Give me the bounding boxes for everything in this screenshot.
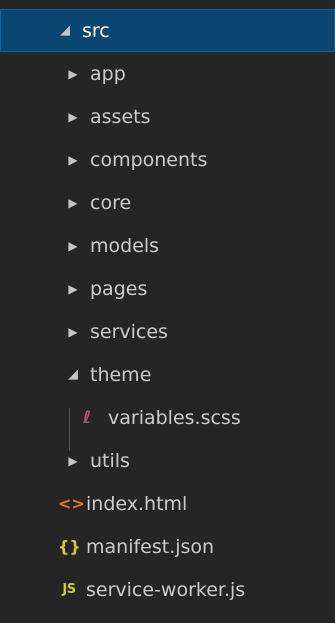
tree-item-label: manifest.json: [86, 535, 215, 558]
json-file-icon: {}: [58, 537, 81, 556]
html-file-icon: <>: [58, 494, 85, 513]
tree-folder-theme[interactable]: ◢ theme: [0, 353, 335, 396]
tree-folder-services[interactable]: ▶ services: [0, 310, 335, 353]
tree-folder-utils[interactable]: ▶ utils: [0, 439, 335, 482]
chevron-right-icon[interactable]: ▶: [66, 282, 80, 296]
tree-item-label: services: [90, 320, 168, 343]
tree-item-label: index.html: [86, 492, 188, 515]
chevron-right-icon[interactable]: ▶: [66, 153, 80, 167]
js-file-icon: JS: [62, 582, 76, 597]
tree-folder-core[interactable]: ▶ core: [0, 181, 335, 224]
tree-item-label: core: [90, 191, 132, 214]
tree-file-variables-scss[interactable]: ℓ variables.scss: [0, 396, 335, 439]
tree-item-label: theme: [90, 363, 152, 386]
tree-folder-models[interactable]: ▶ models: [0, 224, 335, 267]
tree-item-label: src: [82, 19, 110, 42]
tree-item-label: app: [90, 62, 126, 85]
tree-item-label: variables.scss: [108, 406, 241, 429]
sass-file-icon: ℓ: [82, 407, 92, 428]
chevron-right-icon[interactable]: ▶: [66, 110, 80, 124]
chevron-right-icon[interactable]: ▶: [66, 325, 80, 339]
tree-item-label: assets: [90, 105, 151, 128]
tree-item-label: pages: [90, 277, 148, 300]
chevron-right-icon[interactable]: ▶: [66, 67, 80, 81]
tree-folder-assets[interactable]: ▶ assets: [0, 95, 335, 138]
tree-file-manifest-json[interactable]: {} manifest.json: [0, 525, 335, 568]
tree-file-index-html[interactable]: <> index.html: [0, 482, 335, 525]
chevron-right-icon[interactable]: ▶: [66, 196, 80, 210]
chevron-right-icon[interactable]: ▶: [66, 454, 80, 468]
chevron-down-icon[interactable]: ◢: [66, 367, 80, 382]
tree-folder-src[interactable]: ◢ src: [0, 9, 335, 52]
tree-item-label: service-worker.js: [86, 578, 246, 601]
file-explorer-tree: ◢ src ▶ app ▶ assets ▶ components ▶ core…: [0, 0, 335, 623]
tree-folder-app[interactable]: ▶ app: [0, 52, 335, 95]
tree-item-label: utils: [90, 449, 130, 472]
tree-file-service-worker-js[interactable]: JS service-worker.js: [0, 568, 335, 611]
tree-folder-components[interactable]: ▶ components: [0, 138, 335, 181]
tree-folder-pages[interactable]: ▶ pages: [0, 267, 335, 310]
chevron-down-icon[interactable]: ◢: [58, 23, 72, 38]
tree-item-label: components: [90, 148, 208, 171]
tree-item-label: models: [90, 234, 160, 257]
chevron-right-icon[interactable]: ▶: [66, 239, 80, 253]
